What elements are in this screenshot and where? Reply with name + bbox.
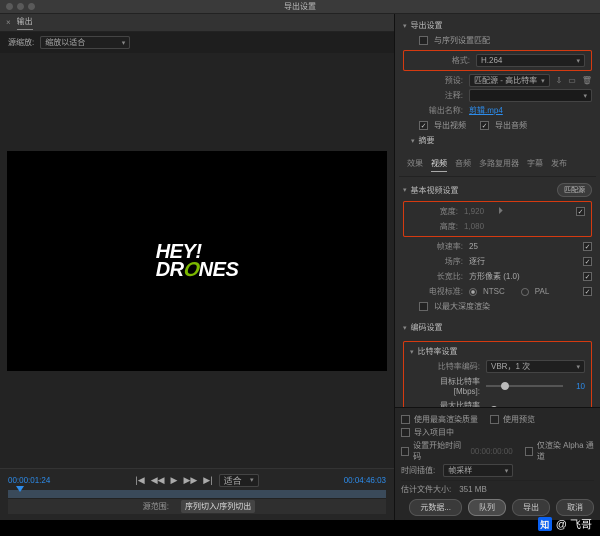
export-audio-check[interactable] [480,121,489,130]
section-summary[interactable]: 摘要 [407,133,596,148]
section-basic-video[interactable]: 基本视频设置 匹配源 [399,181,596,199]
tab-mux[interactable]: 多路复用器 [479,158,519,172]
match-tv-check[interactable] [583,287,592,296]
timeline: 00:00:01:24 |◀◀◀▶▶▶▶| 适合 00:04:46:03 源范围… [0,468,394,520]
pal-radio[interactable] [521,288,529,296]
import-project-check[interactable] [401,428,410,437]
highlight-format: 格式: H.264 [403,50,592,71]
settings-tabs: 效果 视频 音频 多路复用器 字幕 发布 [399,154,596,177]
preset-select[interactable]: 匹配源 - 高比特率 [469,74,550,87]
save-preset-icon[interactable]: ⇩ [556,76,563,85]
delete-preset-icon[interactable]: 🗑 [582,76,592,85]
alpha-only-check[interactable] [525,447,533,456]
preview-panel: × 输出 源缩放: 缩放以适合 HEY! DRONES 00:00:01:24 [0,14,395,520]
export-video-check[interactable] [419,121,428,130]
range-label: 源范围: [139,500,173,513]
comment-input[interactable] [469,89,592,102]
timecode-in[interactable]: 00:00:01:24 [8,476,50,485]
tab-audio[interactable]: 音频 [455,158,471,172]
playback-controls[interactable]: |◀◀◀▶▶▶▶| 适合 [135,474,258,487]
metadata-button[interactable]: 元数据... [409,499,462,516]
titlebar: 导出设置 [0,0,600,14]
settings-panel: 导出设置 与序列设置匹配 格式: H.264 预设: 匹配源 - 高比特率 ⇩▭… [395,14,600,520]
source-scale-label: 源缩放: [8,37,34,48]
format-select[interactable]: H.264 [476,54,585,67]
source-scale-select[interactable]: 缩放以适合 [40,36,130,49]
width-value[interactable]: 1,920 [464,207,488,216]
window-controls[interactable] [6,3,35,10]
match-source-button[interactable]: 匹配源 [557,183,592,197]
output-name-link[interactable]: 剪辑.mp4 [469,105,503,116]
highlight-dimensions: 宽度:1,920 ⏵ 高度:1,080 [403,201,592,237]
max-quality-check[interactable] [401,415,410,424]
match-aspect-check[interactable] [583,272,592,281]
watermark: 知 @ 飞哥 [538,516,592,532]
import-preset-icon[interactable]: ▭ [568,76,576,85]
range-select[interactable]: 序列切入/序列切出 [181,500,255,513]
video-preview: HEY! DRONES [0,53,394,468]
tab-caption[interactable]: 字幕 [527,158,543,172]
timeline-track[interactable] [8,490,386,498]
section-export[interactable]: 导出设置 [399,18,596,33]
section-bitrate[interactable]: 比特率设置 [406,344,589,359]
tab-publish[interactable]: 发布 [551,158,567,172]
link-icon[interactable]: ⏵ [498,206,503,217]
est-size: 351 MB [459,485,487,494]
export-button[interactable]: 导出 [512,499,550,516]
tab-video[interactable]: 视频 [431,158,447,172]
cancel-button[interactable]: 取消 [556,499,594,516]
section-encode[interactable]: 编码设置 [399,320,596,335]
ntsc-radio[interactable] [469,288,477,296]
set-start-tc-check[interactable] [401,447,409,456]
height-value[interactable]: 1,080 [464,222,488,231]
order-value[interactable]: 逐行 [469,256,485,267]
tab-effects[interactable]: 效果 [407,158,423,172]
match-fps-check[interactable] [583,242,592,251]
aspect-value[interactable]: 方形像素 (1.0) [469,271,520,282]
highlight-bitrate: 比特率设置 比特率编码: VBR，1 次 目标比特率 [Mbps]: 10 最大… [403,341,592,407]
interp-select[interactable]: 帧采样 [443,464,513,477]
zhihu-icon: 知 [538,517,552,531]
target-bitrate-value[interactable]: 10 [569,382,585,391]
use-preview-check[interactable] [490,415,499,424]
window-title: 导出设置 [284,1,316,12]
max-depth-check[interactable] [419,302,428,311]
match-width-check[interactable] [576,207,585,216]
fps-value[interactable]: 25 [469,242,478,251]
timecode-out[interactable]: 00:04:46:03 [344,476,386,485]
match-order-check[interactable] [583,257,592,266]
queue-button[interactable]: 队列 [468,499,506,516]
target-bitrate-slider[interactable] [486,385,563,387]
match-sequence-check[interactable] [419,36,428,45]
preview-content: HEY! DRONES [156,243,239,279]
bitrate-encoding-select[interactable]: VBR，1 次 [486,360,585,373]
close-icon[interactable]: × [6,18,11,27]
footer: 使用最高渲染质量 使用预览 导入项目中 设置开始时间码 00:00:00:00 … [395,407,600,520]
tab-output[interactable]: 输出 [17,16,33,30]
